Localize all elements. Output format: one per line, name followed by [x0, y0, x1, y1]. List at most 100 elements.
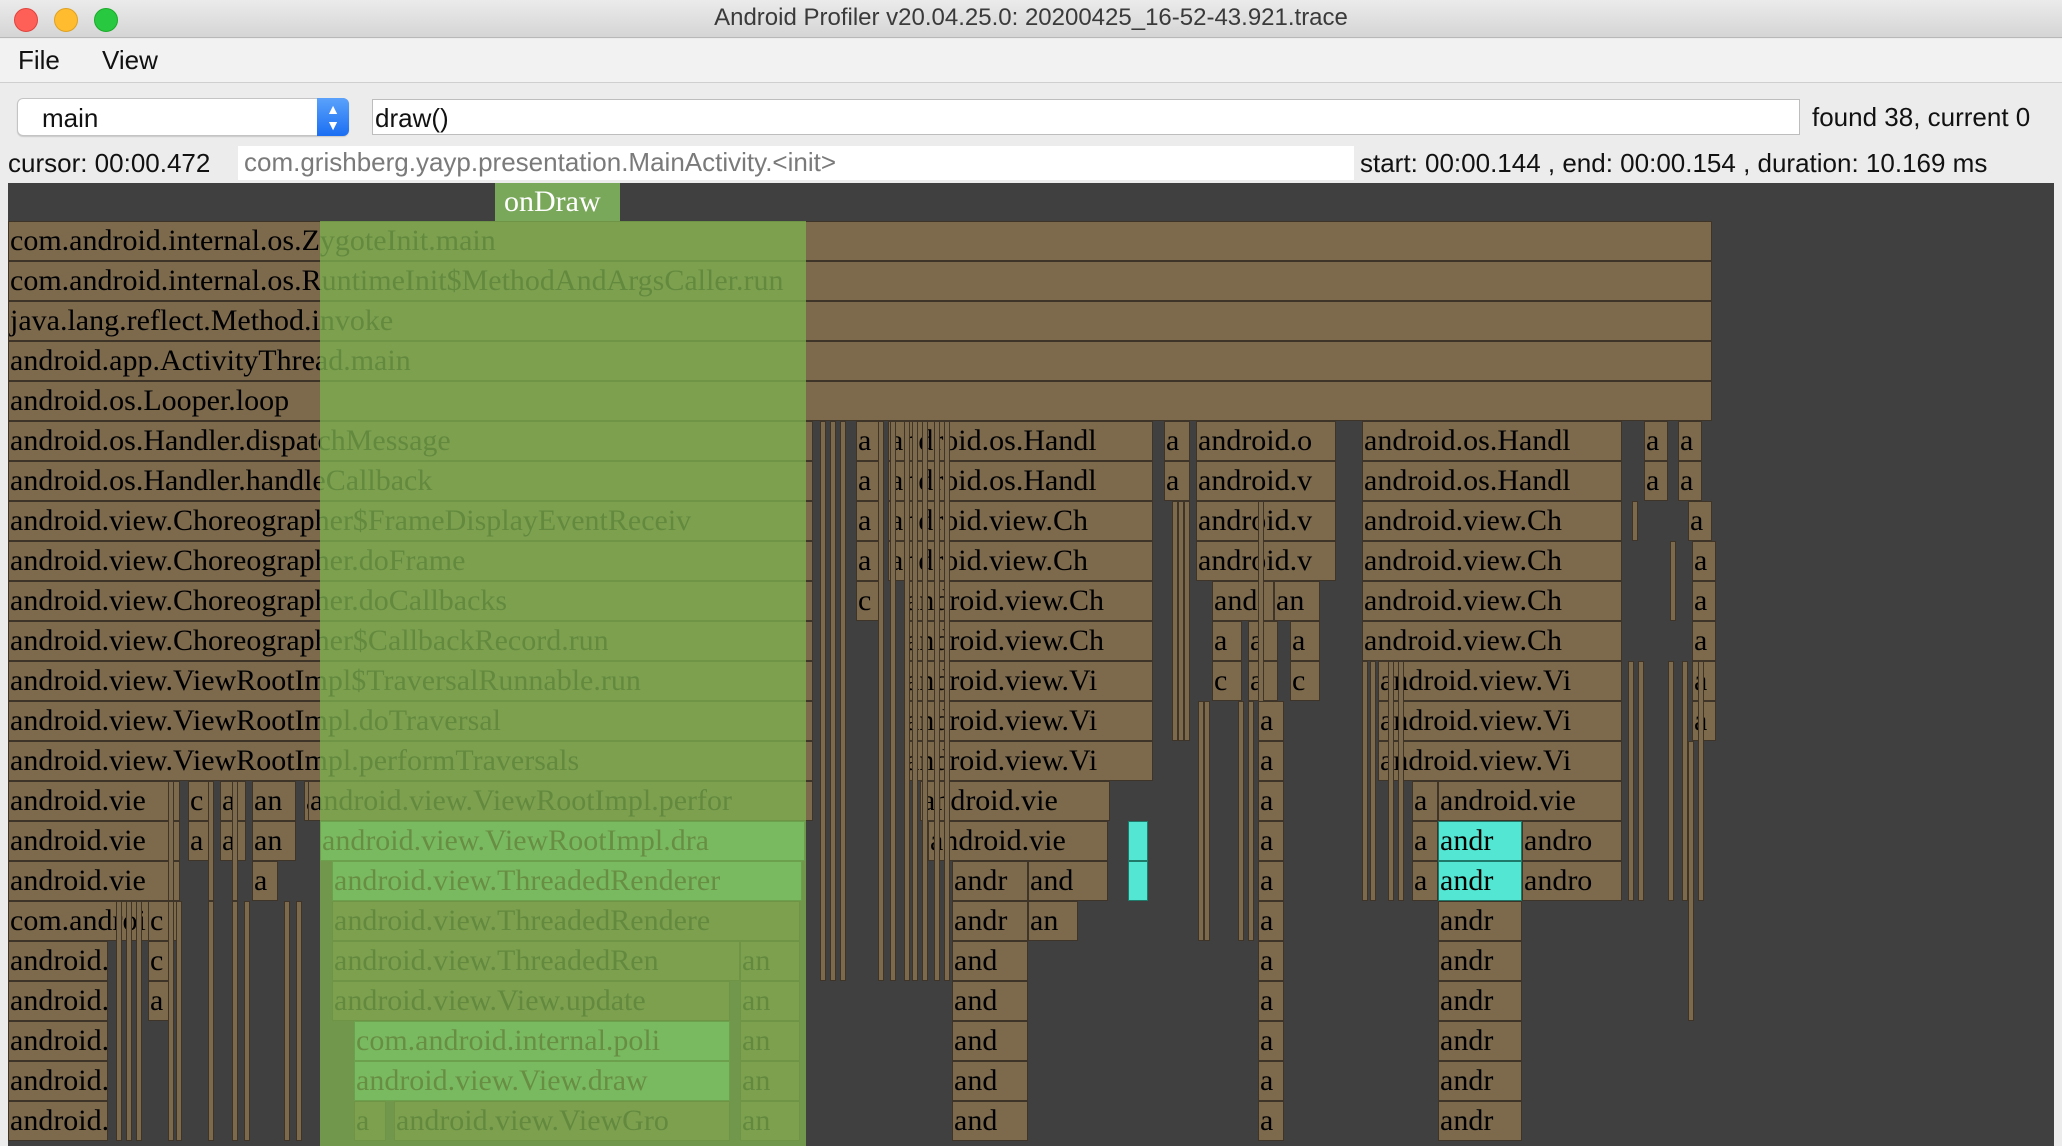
flame-frame-left[interactable]: android.vie: [8, 821, 180, 861]
flame-frame-small[interactable]: a: [1164, 461, 1190, 501]
flame-frame-mid[interactable]: andr: [952, 901, 1028, 941]
flame-frame-small[interactable]: a: [1258, 701, 1284, 741]
flame-thin-frame[interactable]: [116, 901, 122, 1141]
flame-thin-frame[interactable]: [840, 421, 846, 981]
flame-frame-match[interactable]: com.android.internal.poli: [354, 1021, 730, 1061]
flame-frame-match[interactable]: [1128, 861, 1148, 901]
flame-thin-frame[interactable]: [168, 781, 174, 901]
flame-frame-mid[interactable]: and: [952, 1061, 1028, 1101]
flame-frame-left[interactable]: android.: [8, 1101, 108, 1141]
flame-frame-small[interactable]: a: [1258, 1061, 1284, 1101]
selected-method-field[interactable]: com.grishberg.yayp.presentation.MainActi…: [238, 146, 1354, 180]
flame-frame-match[interactable]: android.view.ViewRootImpl.dra: [320, 821, 805, 861]
flame-frame-stack[interactable]: java.lang.reflect.Method.invoke: [8, 301, 1712, 341]
flame-frame-small[interactable]: a: [1258, 981, 1284, 1021]
flame-frame-mid[interactable]: android.v: [1196, 541, 1336, 581]
flame-frame-stack[interactable]: android.view.Choreographer$FrameDisplayE…: [8, 501, 813, 541]
flame-frame-left[interactable]: android.: [8, 1061, 108, 1101]
flame-frame-mid[interactable]: and: [952, 1021, 1028, 1061]
flame-frame-stack[interactable]: android.view.ViewRootImpl$TraversalRunna…: [8, 661, 813, 701]
flame-chart[interactable]: onDraw com.android.internal.os.ZygoteIni…: [8, 183, 2054, 1146]
flame-frame-stack[interactable]: com.android.internal.os.ZygoteInit.main: [8, 221, 1712, 261]
flame-thin-frame[interactable]: [878, 421, 884, 981]
flame-thin-frame[interactable]: [232, 781, 238, 901]
flame-frame-mid[interactable]: an: [1028, 901, 1078, 941]
flame-frame-mid[interactable]: and: [952, 941, 1028, 981]
flame-thin-frame[interactable]: [176, 901, 182, 1141]
flame-frame-right[interactable]: android.view.Ch: [1362, 581, 1622, 621]
flame-frame-small[interactable]: a: [1258, 741, 1284, 781]
flame-thin-frame[interactable]: [244, 901, 250, 1141]
flame-frame-right[interactable]: andr: [1438, 1101, 1522, 1141]
flame-frame-small[interactable]: a: [1644, 421, 1668, 461]
flame-frame-left[interactable]: android.: [8, 981, 108, 1021]
flame-thin-frame[interactable]: [1632, 501, 1638, 541]
flame-frame-right[interactable]: android.view.Vi: [1378, 701, 1622, 741]
flame-frame-right[interactable]: android.os.Handl: [1362, 461, 1622, 501]
flame-frame-small[interactable]: a: [1412, 781, 1438, 821]
flame-thin-frame[interactable]: [830, 421, 836, 981]
flame-thin-frame[interactable]: [1248, 701, 1254, 941]
flame-frame-mid[interactable]: andr: [952, 861, 1028, 901]
flame-frame-small[interactable]: a: [1258, 941, 1284, 981]
flame-frame-stack[interactable]: android.view.ViewRootImpl.doTraversal: [8, 701, 813, 741]
flame-frame-small[interactable]: a: [1678, 421, 1702, 461]
flame-frame-stack[interactable]: android.view.ViewRootImpl.performTravers…: [8, 741, 813, 781]
flame-frame-mid[interactable]: android.view.Ch: [904, 621, 1153, 661]
flame-frame-left[interactable]: android.vie: [8, 781, 180, 821]
menu-file[interactable]: File: [18, 45, 60, 76]
flame-frame-small[interactable]: a: [1290, 621, 1320, 661]
flame-frame-small[interactable]: a: [1212, 621, 1242, 661]
flame-thin-frame[interactable]: [912, 421, 918, 981]
flame-frame-small[interactable]: c: [1290, 661, 1320, 701]
flame-frame-match[interactable]: andr: [1438, 861, 1522, 901]
flame-frame-right[interactable]: android.view.Ch: [1362, 501, 1622, 541]
flame-frame-right[interactable]: android.view.Vi: [1378, 741, 1622, 781]
flame-frame-right[interactable]: android.vie: [1438, 781, 1622, 821]
flame-thin-frame[interactable]: [922, 421, 928, 981]
flame-frame-mid[interactable]: android.view.Vi: [904, 741, 1153, 781]
flame-frame-right[interactable]: andr: [1438, 981, 1522, 1021]
flame-frame-right[interactable]: andro: [1522, 861, 1622, 901]
flame-thin-frame[interactable]: [904, 421, 910, 981]
flame-frame-right[interactable]: andr: [1438, 1061, 1522, 1101]
flame-frame-mid[interactable]: and: [952, 981, 1028, 1021]
flame-thin-frame[interactable]: [944, 421, 950, 981]
flame-frame-highlight[interactable]: an: [740, 1021, 800, 1061]
flame-thin-frame[interactable]: [284, 901, 290, 1141]
flame-frame-highlight[interactable]: an: [740, 981, 800, 1021]
flame-frame-mid[interactable]: android.o: [1196, 421, 1336, 461]
flame-thin-frame[interactable]: [126, 901, 132, 1141]
thread-select[interactable]: main ▲ ▼: [17, 98, 349, 136]
flame-frame-small[interactable]: a: [1412, 821, 1438, 861]
flame-thin-frame[interactable]: [208, 901, 214, 1141]
flame-frame-right[interactable]: andr: [1438, 941, 1522, 981]
flame-thin-frame[interactable]: [1238, 701, 1244, 941]
flame-frame-right[interactable]: andr: [1438, 1021, 1522, 1061]
flame-frame-mid[interactable]: and: [952, 1101, 1028, 1141]
flame-frame-highlight[interactable]: a: [354, 1101, 386, 1141]
flame-frame-small[interactable]: an: [252, 821, 296, 861]
flame-frame-right[interactable]: andro: [1522, 821, 1622, 861]
flame-thin-frame[interactable]: [1668, 661, 1674, 901]
flame-thin-frame[interactable]: [1670, 541, 1676, 621]
flame-frame-small[interactable]: a: [1412, 861, 1438, 901]
flame-frame-match[interactable]: android.view.ThreadedRenderer: [332, 861, 802, 901]
flame-thin-frame[interactable]: [1628, 661, 1634, 901]
flame-frame-small[interactable]: a: [1692, 541, 1716, 581]
flame-frame-mid[interactable]: android.v: [1196, 461, 1336, 501]
flame-frame-stack[interactable]: android.view.Choreographer.doCallbacks: [8, 581, 813, 621]
flame-frame-right[interactable]: andr: [1438, 901, 1522, 941]
flame-thin-frame[interactable]: [1362, 661, 1368, 901]
flame-thin-frame[interactable]: [1698, 661, 1704, 901]
flame-frame-stack[interactable]: android.view.Choreographer$CallbackRecor…: [8, 621, 813, 661]
flame-frame-small[interactable]: a: [1258, 901, 1284, 941]
flame-frame-highlight[interactable]: an: [740, 1061, 800, 1101]
flame-thin-frame[interactable]: [934, 421, 940, 981]
flame-frame-left[interactable]: android.vie: [8, 861, 180, 901]
flame-frame-highlight[interactable]: an: [740, 941, 800, 981]
flame-frame-small[interactable]: a: [1258, 1101, 1284, 1141]
flame-thin-frame[interactable]: [1388, 661, 1394, 901]
flame-frame-small[interactable]: a: [1678, 461, 1702, 501]
flame-frame-small[interactable]: a: [1258, 861, 1284, 901]
